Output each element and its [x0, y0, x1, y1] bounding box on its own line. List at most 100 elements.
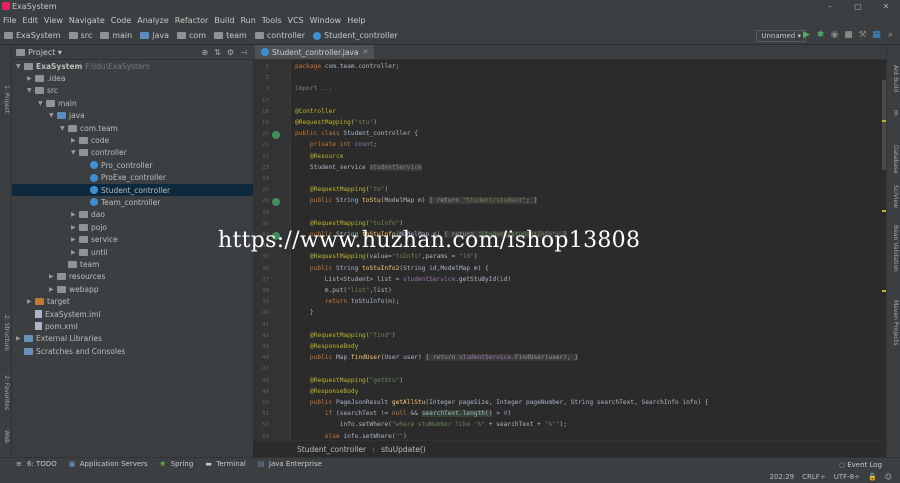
code-line[interactable]: return toStuInfo(m); — [295, 298, 400, 305]
code-line[interactable]: else info.setWhere("") — [295, 433, 407, 440]
expand-arrow-icon[interactable]: ▶ — [27, 75, 35, 82]
hide-icon[interactable]: ⊣ — [240, 48, 247, 57]
tree-item[interactable]: Pro_controller — [12, 159, 253, 171]
web-tool-button[interactable]: Web — [3, 430, 10, 443]
tree-item[interactable]: ▶ webapp — [12, 283, 253, 295]
tab-student-controller[interactable]: Student_controller.java ✕ — [255, 45, 375, 59]
code-line[interactable]: @Resource — [295, 153, 344, 160]
favorites-tool-button[interactable]: 2: Favorites — [3, 375, 10, 410]
file-encoding[interactable]: UTF-8÷ — [834, 473, 860, 481]
expand-arrow-icon[interactable]: ▶ — [71, 236, 79, 243]
tree-item[interactable]: ▶ resources — [12, 271, 253, 283]
code-line[interactable]: @ResponseBody — [295, 388, 358, 395]
expand-arrow-icon[interactable]: ▼ — [27, 87, 35, 94]
tree-item[interactable]: ProExe_controller — [12, 172, 253, 184]
structure-tool-button[interactable]: 2: Structure — [3, 315, 10, 351]
menu-navigate[interactable]: Navigate — [69, 16, 105, 25]
crumb-src[interactable]: src — [68, 31, 92, 40]
expand-arrow-icon[interactable]: ▶ — [49, 286, 57, 293]
event-log-button[interactable]: ◌ Event Log — [839, 461, 882, 469]
tree-item[interactable]: ▼ java — [12, 110, 253, 122]
line-separator[interactable]: CRLF÷ — [802, 473, 826, 481]
tree-item[interactable]: ▶ External Libraries — [12, 333, 253, 345]
code-line[interactable]: public String toStuInfo2(String id,Model… — [295, 265, 489, 272]
application-servers-tool-button[interactable]: ▣ Application Servers — [69, 460, 148, 468]
project-tool-button[interactable]: 1: Project — [3, 85, 10, 113]
code-line[interactable]: public class Student_controller { — [295, 130, 418, 137]
locate-icon[interactable]: ⊕ — [201, 48, 208, 57]
crumb-team[interactable]: team — [214, 31, 247, 40]
project-panel-title[interactable]: Project — [28, 48, 55, 57]
code-line[interactable]: info.setWhere("where stuNumber like '%" … — [295, 421, 567, 428]
tree-item[interactable]: Scratches and Consoles — [12, 345, 253, 357]
spring-bean-gutter-icon[interactable] — [272, 197, 280, 206]
code-line[interactable]: List<Student> list = studentService.getS… — [295, 276, 511, 283]
terminal-tool-button[interactable]: ▬ Terminal — [205, 460, 246, 468]
expand-arrow-icon[interactable]: ▼ — [71, 149, 79, 156]
tree-item[interactable]: ▼ src — [12, 85, 253, 97]
code-line[interactable]: @RequestMapping("toInfo") — [295, 220, 403, 227]
code-line[interactable]: @RequestMapping("to") — [295, 186, 388, 193]
tree-item[interactable]: ▼ main — [12, 97, 253, 109]
java-enterprise-tool-button[interactable]: ▤ Java Enterprise — [258, 460, 322, 468]
close-button[interactable]: ✕ — [872, 0, 900, 13]
code-line[interactable]: private int count; — [295, 141, 377, 148]
menu-vcs[interactable]: VCS — [288, 16, 304, 25]
menu-edit[interactable]: Edit — [22, 16, 38, 25]
expand-arrow-icon[interactable]: ▶ — [71, 224, 79, 231]
tree-item[interactable]: pom.xml — [12, 320, 253, 332]
caret-position[interactable]: 202:29 — [770, 473, 795, 481]
tree-item[interactable]: Team_controller — [12, 196, 253, 208]
menu-tools[interactable]: Tools — [262, 16, 282, 25]
code-line[interactable]: @RequestMapping("getStu") — [295, 377, 403, 384]
code-line[interactable]: public Map findUser(User user) { return … — [295, 354, 579, 362]
expand-arrow-icon[interactable]: ▶ — [27, 298, 35, 305]
expand-arrow-icon[interactable]: ▶ — [49, 273, 57, 280]
code-line[interactable]: @RequestMapping(value="toInfo",params = … — [295, 253, 478, 260]
notifications-icon[interactable]: ☺ — [885, 473, 892, 481]
code-line[interactable]: m.put("list",list) — [295, 287, 392, 294]
code-line[interactable]: @Controller — [295, 108, 336, 115]
maximize-button[interactable]: □ — [844, 0, 872, 13]
tree-item[interactable]: team — [12, 258, 253, 270]
expand-arrow-icon[interactable]: ▼ — [60, 125, 68, 132]
search-icon[interactable]: ⌕ — [885, 30, 896, 41]
database-tool-button[interactable]: Database — [892, 145, 899, 174]
breadcrumb-class[interactable]: Student_controller — [297, 445, 366, 454]
coverage-icon[interactable]: ◉ — [829, 30, 840, 41]
maven-m-tool-button[interactable]: m — [892, 110, 899, 116]
code-line[interactable]: public PageJsonResult getAllStu(Integer … — [295, 399, 709, 406]
crumb-student-controller[interactable]: Student_controller — [313, 31, 398, 40]
todo-tool-button[interactable]: ≡ 6: TODO — [16, 460, 57, 468]
menu-analyze[interactable]: Analyze — [137, 16, 169, 25]
tree-item[interactable]: ▶ until — [12, 246, 253, 258]
menu-window[interactable]: Window — [310, 16, 342, 25]
expand-arrow-icon[interactable]: ▶ — [71, 211, 79, 218]
tree-item[interactable]: ExaSystem.iml — [12, 308, 253, 320]
tree-item[interactable]: ▼ com.team — [12, 122, 253, 134]
bean-validation-tool-button[interactable]: Bean Validation — [892, 225, 899, 272]
expand-arrow-icon[interactable]: ▶ — [16, 335, 24, 342]
menu-refactor[interactable]: Refactor — [175, 16, 209, 25]
breadcrumb-method[interactable]: stuUpdate() — [381, 445, 426, 454]
spring-tool-button[interactable]: ❀ Spring — [160, 460, 194, 468]
tree-item[interactable]: ▼ controller — [12, 147, 253, 159]
menu-help[interactable]: Help — [347, 16, 365, 25]
crumb-controller[interactable]: controller — [254, 31, 305, 40]
tree-item[interactable]: ▶ service — [12, 233, 253, 245]
menu-code[interactable]: Code — [111, 16, 131, 25]
code-line[interactable]: @ResponseBody — [295, 343, 358, 350]
code-line[interactable]: @RequestMapping("find") — [295, 332, 396, 339]
run-icon[interactable]: ▶ — [801, 30, 812, 41]
minimize-button[interactable]: – — [816, 0, 844, 13]
menu-build[interactable]: Build — [214, 16, 234, 25]
code-line[interactable]: import ... — [295, 85, 332, 92]
crumb-com[interactable]: com — [176, 31, 206, 40]
project-structure-icon[interactable]: ▦ — [871, 30, 882, 41]
debug-icon[interactable]: ✱ — [815, 30, 826, 41]
gear-icon[interactable]: ⚙ — [227, 48, 234, 57]
expand-arrow-icon[interactable]: ▶ — [71, 137, 79, 144]
tree-item[interactable]: ▶ code — [12, 134, 253, 146]
collapse-icon[interactable]: ⇅ — [214, 48, 221, 57]
lock-icon[interactable]: 🔓 — [868, 473, 877, 481]
